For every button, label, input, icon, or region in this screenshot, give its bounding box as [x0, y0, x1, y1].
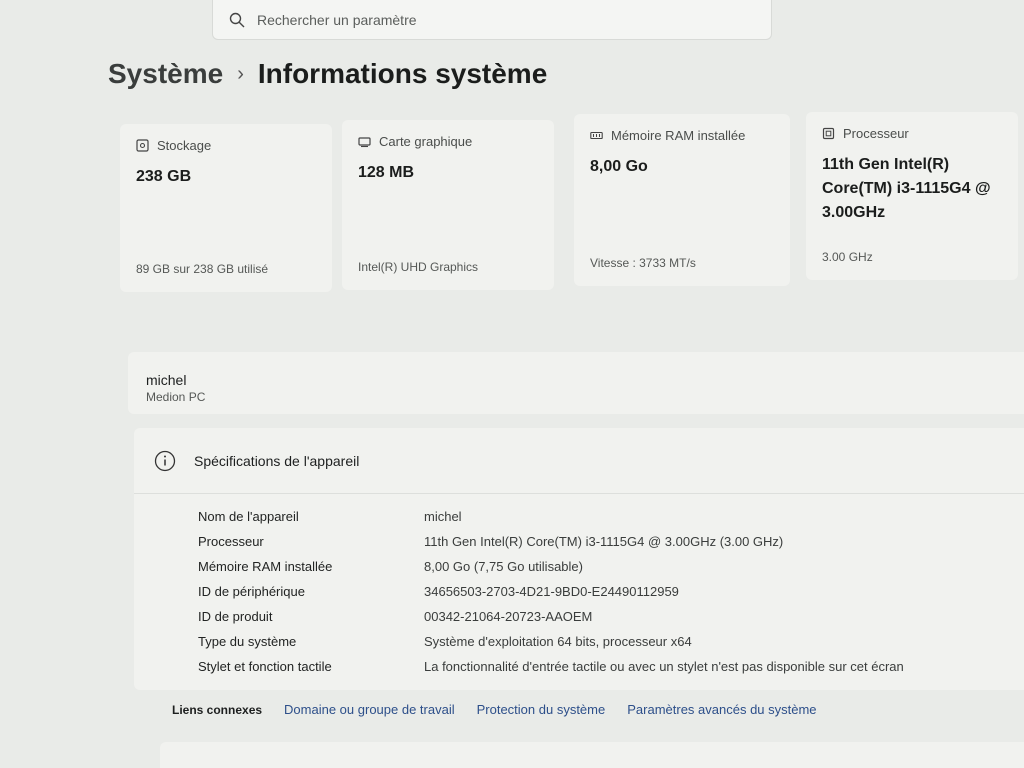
- spec-value: Système d'exploitation 64 bits, processe…: [424, 634, 692, 649]
- spec-value: 34656503-2703-4D21-9BD0-E24490112959: [424, 584, 679, 599]
- spec-value: michel: [424, 509, 462, 524]
- info-icon: [154, 450, 176, 471]
- spec-value: 8,00 Go (7,75 Go utilisable): [424, 559, 583, 574]
- breadcrumb: Système › Informations système: [108, 58, 547, 90]
- spec-row-product-id: ID de produit 00342-21064-20723-AAOEM: [198, 604, 1024, 629]
- storage-value: 238 GB: [136, 168, 192, 185]
- spec-row-pen-touch: Stylet et fonction tactile La fonctionna…: [198, 654, 1024, 679]
- specifications-title: Spécifications de l'appareil: [194, 452, 360, 469]
- device-name: michel: [146, 372, 187, 388]
- spec-label: Nom de l'appareil: [198, 509, 299, 524]
- related-links: Liens connexes Domaine ou groupe de trav…: [172, 702, 817, 717]
- storage-label: Stockage: [157, 138, 212, 153]
- spec-label: Type du système: [198, 634, 297, 649]
- storage-card[interactable]: Stockage 238 GB 89 GB sur 238 GB utilisé: [120, 124, 332, 292]
- device-specifications-panel: Spécifications de l'appareil Nom de l'ap…: [134, 428, 1024, 690]
- specifications-header[interactable]: Spécifications de l'appareil: [134, 428, 1024, 494]
- spec-row-device-id: ID de périphérique 34656503-2703-4D21-9B…: [198, 579, 1024, 604]
- cpu-value: 11th Gen Intel(R) Core(TM) i3-1115G4 @ 3…: [822, 156, 991, 221]
- gpu-icon: [358, 137, 371, 148]
- spec-label: Mémoire RAM installée: [198, 559, 333, 574]
- link-advanced-system-settings[interactable]: Paramètres avancés du système: [627, 702, 816, 717]
- ram-speed: Vitesse : 3733 MT/s: [590, 256, 696, 270]
- spec-label: ID de périphérique: [198, 584, 305, 599]
- processor-icon: [822, 127, 835, 140]
- page-title: Informations système: [257, 58, 548, 89]
- spec-row-system-type: Type du système Système d'exploitation 6…: [198, 629, 1024, 654]
- spec-label: Stylet et fonction tactile: [198, 659, 332, 674]
- related-links-label: Liens connexes: [172, 702, 263, 717]
- search-icon: [229, 12, 245, 27]
- cpu-card[interactable]: Processeur 11th Gen Intel(R) Core(TM) i3…: [806, 112, 1018, 280]
- cpu-frequency: 3.00 GHz: [822, 250, 873, 264]
- next-section-card: [160, 742, 1024, 768]
- spec-row-ram: Mémoire RAM installée 8,00 Go (7,75 Go u…: [198, 554, 1024, 579]
- spec-row-processor: Processeur 11th Gen Intel(R) Core(TM) i3…: [198, 529, 1024, 554]
- spec-label: Processeur: [198, 534, 264, 549]
- storage-usage: 89 GB sur 238 GB utilisé: [136, 262, 269, 276]
- spec-value: 11th Gen Intel(R) Core(TM) i3-1115G4 @ 3…: [424, 534, 784, 549]
- gpu-card[interactable]: Carte graphique 128 MB Intel(R) UHD Grap…: [342, 120, 554, 290]
- storage-icon: [136, 139, 149, 152]
- breadcrumb-chevron-icon: ›: [237, 62, 244, 85]
- device-model: Medion PC: [146, 390, 206, 404]
- ram-card[interactable]: Mémoire RAM installée 8,00 Go Vitesse : …: [574, 114, 790, 286]
- device-summary[interactable]: michel Medion PC: [128, 352, 1024, 414]
- spec-row-device-name: Nom de l'appareil michel: [198, 504, 1024, 529]
- breadcrumb-parent-systeme[interactable]: Système: [108, 58, 223, 90]
- gpu-value: 128 MB: [358, 164, 415, 181]
- spec-value: La fonctionnalité d'entrée tactile ou av…: [424, 659, 904, 674]
- spec-rows: Nom de l'appareil michel Processeur 11th…: [134, 494, 1024, 679]
- search-input[interactable]: [257, 11, 737, 28]
- link-domain-workgroup[interactable]: Domaine ou groupe de travail: [284, 702, 455, 717]
- spec-label: ID de produit: [198, 609, 273, 624]
- link-system-protection[interactable]: Protection du système: [477, 702, 606, 717]
- ram-value: 8,00 Go: [590, 158, 648, 175]
- spec-value: 00342-21064-20723-AAOEM: [424, 609, 593, 624]
- ram-icon: [590, 131, 603, 140]
- gpu-name: Intel(R) UHD Graphics: [358, 260, 479, 274]
- ram-label: Mémoire RAM installée: [611, 128, 746, 143]
- cpu-label: Processeur: [843, 126, 909, 141]
- gpu-label: Carte graphique: [379, 134, 473, 149]
- search-box[interactable]: [212, 0, 772, 40]
